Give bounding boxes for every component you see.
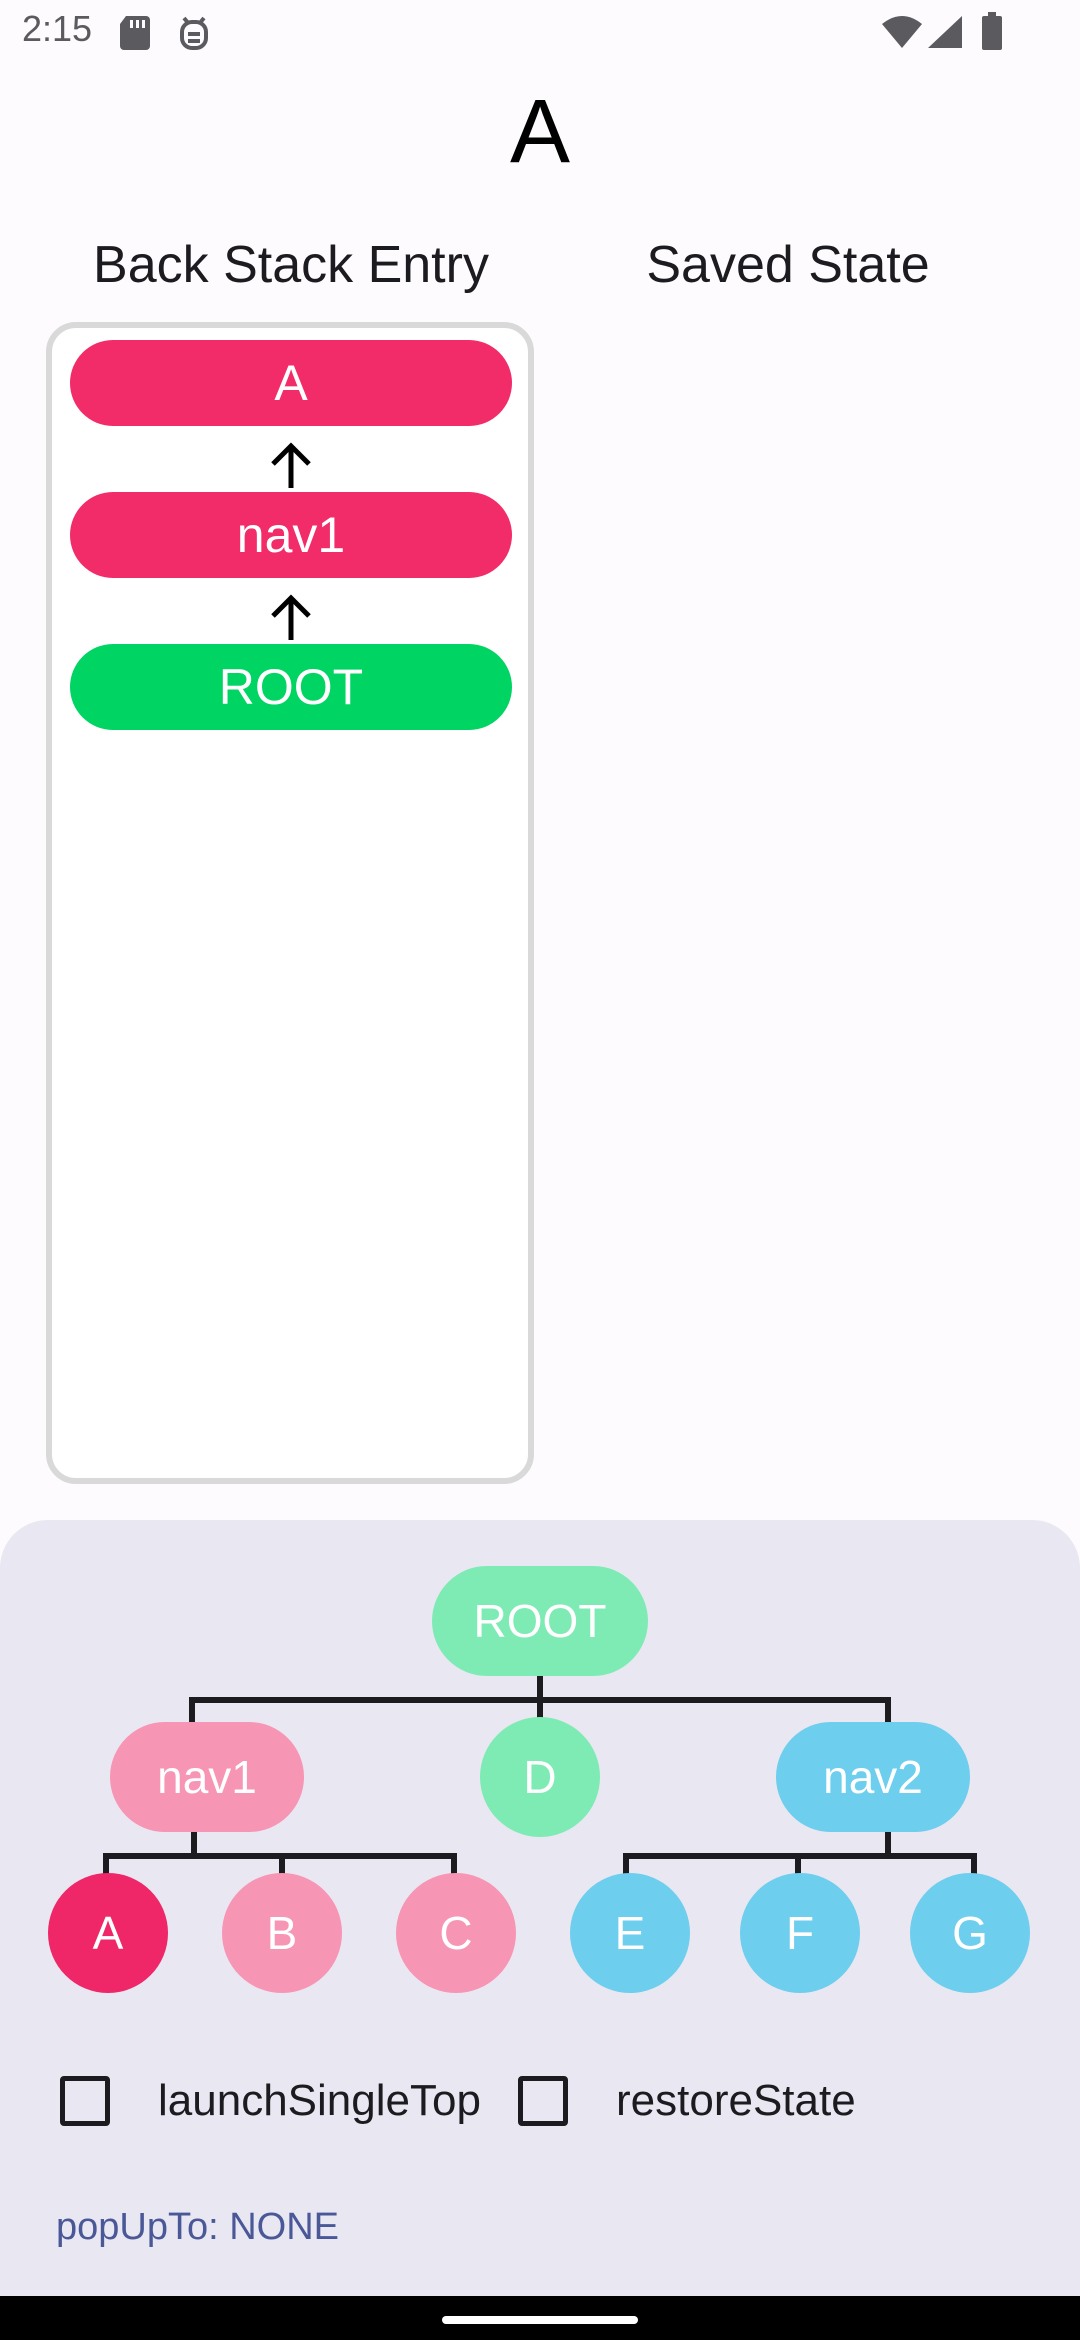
pop-up-to-status: popUpTo: NONE (56, 2206, 340, 2248)
tree-node-a[interactable]: A (48, 1873, 168, 1993)
tree-node-d[interactable]: D (480, 1717, 600, 1837)
tree-node-e[interactable]: E (570, 1873, 690, 1993)
launch-single-top-option[interactable]: launchSingleTop (60, 2066, 481, 2136)
tree-node-nav1[interactable]: nav1 (110, 1722, 304, 1832)
tree-node-c[interactable]: C (396, 1873, 516, 1993)
restore-state-checkbox[interactable] (518, 2076, 568, 2126)
tree-node-g[interactable]: G (910, 1873, 1030, 1993)
tree-node-f[interactable]: F (740, 1873, 860, 1993)
restore-state-option[interactable]: restoreState (518, 2066, 856, 2136)
launch-single-top-label: launchSingleTop (158, 2076, 481, 2125)
home-gesture-handle[interactable] (442, 2316, 638, 2324)
launch-single-top-checkbox[interactable] (60, 2076, 110, 2126)
restore-state-label: restoreState (616, 2076, 856, 2125)
tree-node-b[interactable]: B (222, 1873, 342, 1993)
tree-connectors (103, 1676, 977, 1878)
tree-node-root[interactable]: ROOT (432, 1566, 648, 1676)
tree-node-nav2[interactable]: nav2 (776, 1722, 970, 1832)
